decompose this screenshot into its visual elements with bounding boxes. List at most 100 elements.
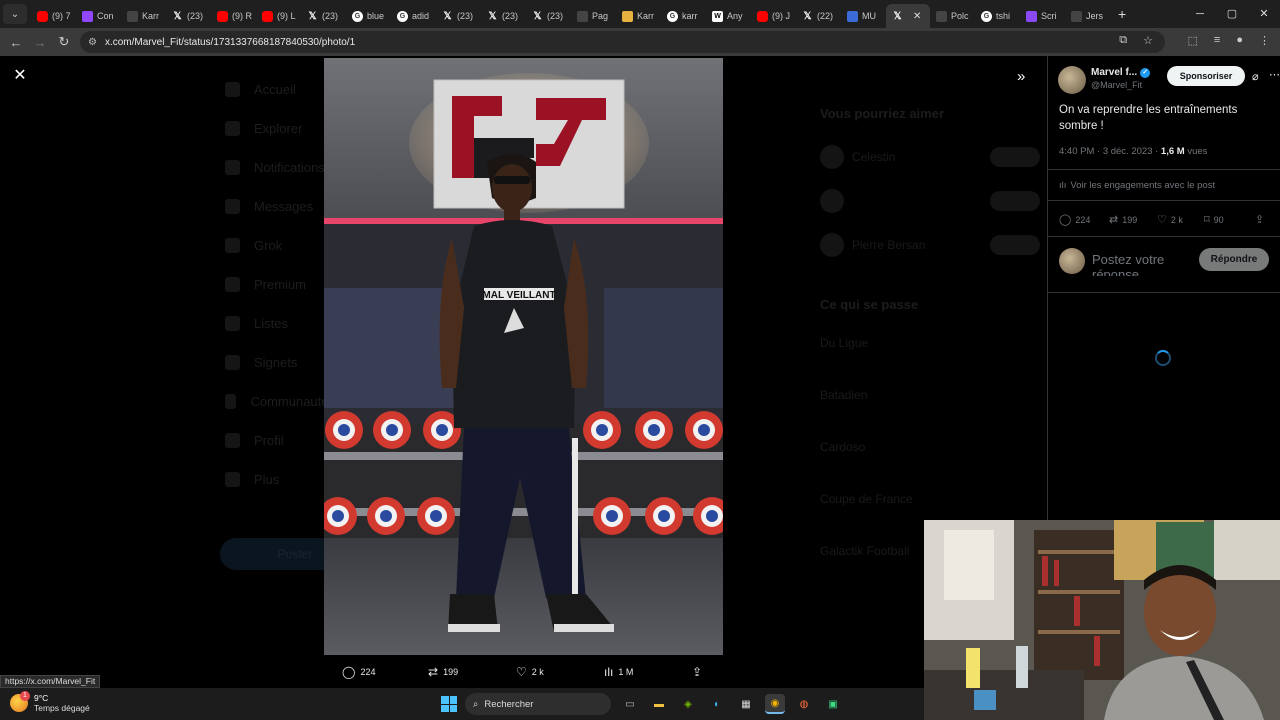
browser-tab[interactable]: 𝕏 (23) [526,4,571,28]
windows-taskbar: 1 9°C Temps dégagé ⌕ Rechercher ▭ ▬ ◈ ◐ ▦… [0,688,924,720]
install-app-icon[interactable]: ⧉ [1119,34,1127,47]
repost-action[interactable]: ⇄ 199 [1109,213,1137,226]
start-button[interactable] [441,696,457,712]
share-icon: ⇪ [692,665,703,679]
browser-tab[interactable]: Gtshi [975,4,1020,28]
reload-button[interactable]: ↻ [52,34,76,50]
repost-icon: ⇄ [428,665,439,679]
sponsor-button[interactable]: Sponsoriser [1167,66,1245,86]
tab-label: (23) [502,11,519,21]
browser-toolbar: ← → ↻ ⚙ x.com/Marvel_Fit/status/17313376… [0,28,1280,56]
nav-icon [225,316,240,331]
reply-avatar [1059,248,1085,274]
edge-icon[interactable]: ◐ [707,694,727,714]
store-icon[interactable]: ▦ [736,694,756,714]
extensions-icon[interactable]: ⬚ [1188,34,1198,47]
collapse-panel-icon[interactable]: » [1017,68,1025,85]
more-icon[interactable]: ⋯ [1269,68,1280,81]
tab-label: (9) J [772,11,790,21]
taskbar-search[interactable]: ⌕ Rechercher [465,693,611,715]
bookmark-action[interactable]: ⌑ 90 [1204,213,1224,226]
close-window-button[interactable]: ✕ [1248,0,1280,28]
comment-icon: ◯ [342,665,356,679]
tweet-header: Marvel f... ✓ @Marvel_Fit Sponsoriser ⌀ ⋯ [1058,66,1280,94]
share-icon: ⇪ [1255,214,1265,226]
weather-widget[interactable]: 1 9°C Temps dégagé [10,691,90,713]
browser-tab[interactable]: Pag [571,4,616,28]
forward-button[interactable]: → [28,35,52,50]
photo-reply-button[interactable]: ◯ 224 [342,665,375,679]
close-photo-button[interactable]: ✕ [12,68,28,84]
browser-tab[interactable]: Polc [930,4,975,28]
browser-tab[interactable]: Gkarr [661,4,706,28]
photo-views-button[interactable]: ılı 1 M [604,665,633,679]
browser-tab[interactable]: 𝕏 (22) [796,4,841,28]
browser-tab[interactable]: 𝕏 (23) [301,4,346,28]
minimize-button[interactable]: ─ [1184,0,1216,28]
photo-like-button[interactable]: ♡ 2 k [516,665,544,679]
nav-icon [225,355,240,370]
photo-share-button[interactable]: ⇪ [692,665,702,679]
avatar [820,145,844,169]
browser-tab[interactable]: MU [841,4,886,28]
close-tab-icon[interactable]: ✕ [913,11,921,22]
site-info-icon[interactable]: ⚙ [88,37,97,48]
bookmark-star-icon[interactable]: ☆ [1143,34,1153,47]
browser-tab[interactable]: Jers [1065,4,1110,28]
chrome-icon[interactable]: ◉ [765,694,785,714]
avatar[interactable] [1058,66,1086,94]
android-app-icon[interactable]: ▣ [823,694,843,714]
tab-label: (9) L [277,11,296,21]
task-view-icon[interactable]: ▭ [620,694,640,714]
browser-tab[interactable]: Con [76,4,121,28]
tab-label: (23) [322,11,339,21]
reply-input[interactable]: Postez votre réponse [1092,252,1192,276]
browser-tab[interactable]: Gblue [346,4,391,28]
back-button[interactable]: ← [4,35,28,50]
tab-label: Karr [637,11,655,21]
reply-button[interactable]: Répondre [1199,248,1269,271]
firefox-icon[interactable]: ◍ [794,694,814,714]
view-engagements-link[interactable]: ılı Voir les engagements avec le post [1059,180,1215,191]
display-name[interactable]: Marvel f... ✓ [1091,67,1151,78]
new-tab-button[interactable]: + [1118,6,1126,22]
photo-repost-button[interactable]: ⇄ 199 [428,665,458,679]
browser-tab[interactable]: Karr [616,4,661,28]
file-explorer-icon[interactable]: ▬ [649,694,669,714]
tab-label: (23) [457,11,474,21]
dumbbell-plate-center [332,510,344,522]
profile-icon[interactable]: ● [1236,34,1243,47]
nav-icon [225,199,240,214]
browser-tab[interactable]: Karr [121,4,166,28]
nvidia-icon[interactable]: ◈ [678,694,698,714]
browser-tab[interactable]: (9) R [211,4,256,28]
address-bar[interactable]: ⚙ x.com/Marvel_Fit/status/17313376681878… [80,31,1165,53]
youtube-icon [37,10,48,22]
browser-tab[interactable]: 𝕏 ✕ [886,4,930,28]
share-action[interactable]: ⇪ [1255,213,1264,226]
suggestion-row: Pierre Bersan [820,223,1040,267]
browser-tab[interactable]: Gadid [391,4,436,28]
dumbbell-plate-center [658,510,670,522]
background-right-column: Vous pourriez aimer Celestin Pierre Bersa… [820,106,1040,586]
browser-tab[interactable]: 𝕏 (23) [436,4,481,28]
browser-tab[interactable]: W Any [706,4,751,28]
media-icon[interactable]: ≡ [1214,34,1220,47]
reply-action[interactable]: ◯ 224 [1059,213,1090,226]
like-action[interactable]: ♡ 2 k [1157,213,1183,226]
browser-tab[interactable]: (9) L [256,4,301,28]
browser-tab[interactable]: Scri [1020,4,1065,28]
handle[interactable]: @Marvel_Fit [1091,80,1142,90]
menu-icon[interactable]: ⋮ [1259,34,1270,47]
browser-tab[interactable]: 𝕏 (23) [166,4,211,28]
browser-tab[interactable]: 𝕏 (23) [481,4,526,28]
grok-icon[interactable]: ⌀ [1252,70,1259,83]
tweet-photo[interactable]: MAL VEILLANT [324,58,723,655]
background-nav-item: Messages [225,187,335,226]
browser-tab[interactable]: (9) 7 [31,4,76,28]
dumbbell-plate-center [606,510,618,522]
browser-tab[interactable]: (9) J [751,4,796,28]
background-nav-item: Accueil [225,70,335,109]
tab-search-button[interactable]: ⌄ [3,4,27,24]
maximize-button[interactable]: ▢ [1216,0,1248,28]
